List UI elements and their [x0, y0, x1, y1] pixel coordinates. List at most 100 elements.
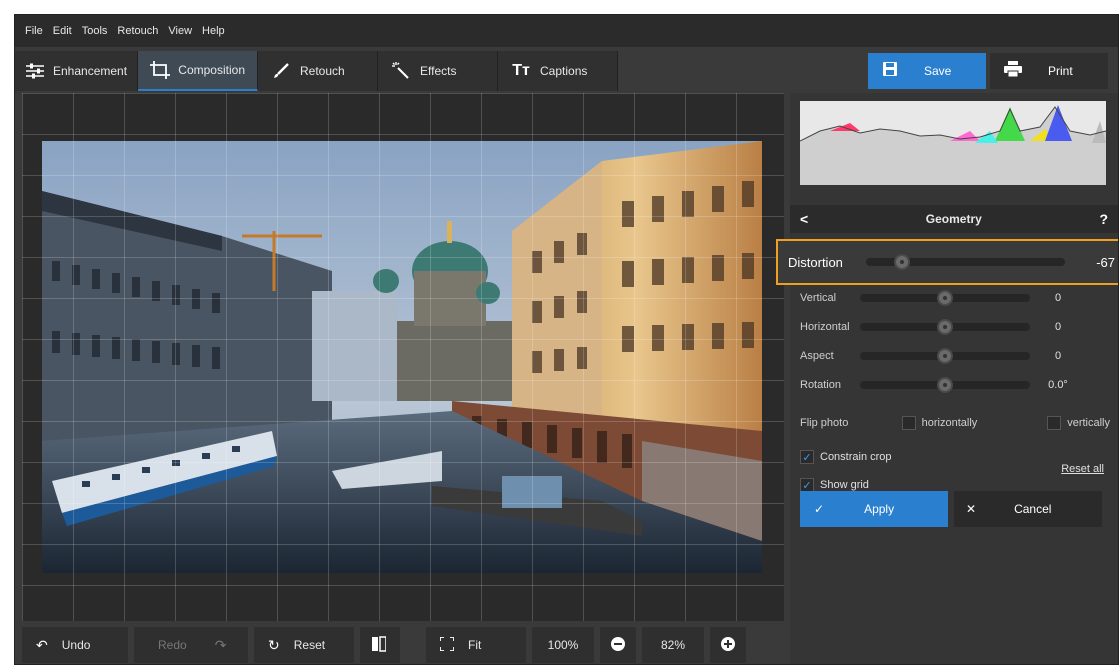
brush-icon — [270, 62, 292, 80]
close-icon: ✕ — [966, 502, 977, 516]
action-bar: Save Print — [868, 53, 1108, 89]
app-window: File Edit Tools Retouch View Help Enhanc… — [14, 14, 1119, 665]
reset-all-link[interactable]: Reset all — [1061, 463, 1104, 475]
show-grid-checkbox[interactable]: ✓ — [800, 478, 814, 492]
undo-label: Undo — [61, 638, 91, 652]
menu-edit[interactable]: Edit — [51, 25, 74, 37]
menu-tools[interactable]: Tools — [80, 25, 110, 37]
side-panel: < Geometry ? Distortion -67 Vertical 0 H… — [776, 93, 1118, 664]
flip-vertical-checkbox[interactable] — [1047, 416, 1062, 430]
geometry-title: Geometry — [925, 212, 982, 226]
undo-icon: ↶ — [36, 636, 48, 653]
redo-button[interactable]: Redo ↷ — [134, 627, 248, 663]
menu-help[interactable]: Help — [200, 25, 227, 37]
apply-button[interactable]: ✓ Apply — [800, 491, 948, 527]
tab-enhancement[interactable]: Enhancement — [15, 51, 138, 91]
printer-icon — [1004, 60, 1022, 82]
distortion-label: Distortion — [788, 254, 843, 270]
plus-circle-icon — [721, 636, 735, 654]
flip-label: Flip photo — [800, 417, 849, 429]
reset-button[interactable]: ↻ Reset — [254, 627, 354, 663]
menu-retouch[interactable]: Retouch — [115, 25, 160, 37]
zoom-value: 82% — [642, 627, 704, 663]
distortion-slider-handle[interactable] — [893, 254, 910, 270]
redo-label: Redo — [158, 638, 187, 652]
tab-retouch[interactable]: Retouch — [258, 51, 378, 91]
sliders-icon — [25, 62, 45, 80]
vertical-slider-handle[interactable] — [937, 290, 953, 306]
compare-icon — [372, 635, 387, 655]
constrain-crop-row: ✓ Constrain crop — [800, 445, 892, 469]
aspect-label: Aspect — [800, 350, 834, 362]
vertical-slider[interactable] — [860, 290, 1030, 306]
aspect-row: Aspect 0 — [800, 343, 1100, 369]
geometry-header: < Geometry ? — [790, 205, 1118, 233]
fit-screen-icon — [439, 635, 455, 654]
menu-file[interactable]: File — [23, 25, 45, 37]
tab-captions[interactable]: Tт Captions — [498, 51, 618, 91]
bottom-toolbar: ↶ Undo Redo ↷ ↻ Reset Fit 100% 82% — [22, 627, 746, 663]
vertical-row: Vertical 0 — [800, 285, 1100, 311]
zoom-in-button[interactable] — [710, 627, 746, 663]
crop-icon — [150, 61, 171, 79]
horizontal-row: Horizontal 0 — [800, 314, 1100, 340]
text-icon: Tт — [512, 62, 530, 79]
undo-button[interactable]: ↶ Undo — [22, 627, 128, 663]
histogram — [800, 101, 1106, 185]
reset-label: Reset — [293, 638, 326, 652]
rotation-slider-handle[interactable] — [937, 377, 953, 393]
rotation-label: Rotation — [800, 379, 841, 391]
constrain-crop-label: Constrain crop — [820, 451, 892, 463]
horizontal-value: 0 — [1054, 321, 1062, 333]
tab-effects[interactable]: Effects — [378, 51, 498, 91]
fit-label: Fit — [468, 638, 482, 652]
checkmark-icon: ✓ — [814, 502, 825, 516]
menu-bar: File Edit Tools Retouch View Help — [15, 15, 1118, 47]
back-chevron-icon[interactable]: < — [800, 211, 808, 227]
fit-button[interactable]: Fit — [426, 627, 526, 663]
help-icon[interactable]: ? — [1099, 211, 1108, 227]
distortion-value: -67 — [1096, 254, 1115, 270]
apply-label: Apply — [864, 502, 895, 516]
composition-grid — [22, 93, 784, 621]
tab-label: Effects — [420, 64, 457, 78]
aspect-value: 0 — [1054, 350, 1062, 362]
tab-label: Composition — [178, 63, 245, 77]
tab-label: Retouch — [300, 64, 345, 78]
print-button[interactable]: Print — [990, 53, 1108, 89]
flip-horizontal-checkbox[interactable] — [901, 416, 916, 430]
cancel-label: Cancel — [1014, 502, 1052, 516]
flip-vertical-label: vertically — [1067, 417, 1110, 429]
distortion-row: Distortion -67 — [776, 239, 1118, 285]
flip-row: Flip photo horizontally vertically — [800, 411, 1110, 435]
rotation-row: Rotation 0.0° — [800, 372, 1100, 398]
show-grid-label: Show grid — [820, 479, 869, 491]
rotation-slider[interactable] — [860, 377, 1030, 393]
flip-horizontal-label: horizontally — [921, 417, 978, 429]
save-label: Save — [924, 64, 952, 78]
aspect-slider-handle[interactable] — [937, 348, 953, 364]
compare-button[interactable] — [360, 627, 400, 663]
aspect-slider[interactable] — [860, 348, 1030, 364]
zoom-out-button[interactable] — [600, 627, 636, 663]
horizontal-slider-handle[interactable] — [937, 319, 953, 335]
distortion-slider[interactable] — [865, 254, 1066, 270]
reset-icon: ↻ — [268, 636, 280, 653]
horizontal-slider[interactable] — [860, 319, 1030, 335]
tab-composition[interactable]: Composition — [138, 51, 258, 91]
save-button[interactable]: Save — [868, 53, 986, 89]
minus-circle-icon — [611, 636, 625, 654]
tab-bar: Enhancement Composition Retouch Effects … — [15, 51, 618, 91]
vertical-label: Vertical — [800, 292, 837, 304]
photo-canvas[interactable] — [22, 93, 784, 621]
tab-label: Enhancement — [53, 64, 128, 78]
zoom-100-button[interactable]: 100% — [532, 627, 594, 663]
cancel-button[interactable]: ✕ Cancel — [954, 491, 1102, 527]
horizontal-label: Horizontal — [800, 321, 850, 333]
menu-view[interactable]: View — [166, 25, 194, 37]
floppy-disk-icon — [882, 61, 898, 82]
constrain-crop-checkbox[interactable]: ✓ — [800, 450, 814, 464]
redo-icon: ↷ — [214, 636, 227, 653]
rotation-value: 0.0° — [1048, 379, 1068, 391]
tab-label: Captions — [540, 64, 588, 78]
